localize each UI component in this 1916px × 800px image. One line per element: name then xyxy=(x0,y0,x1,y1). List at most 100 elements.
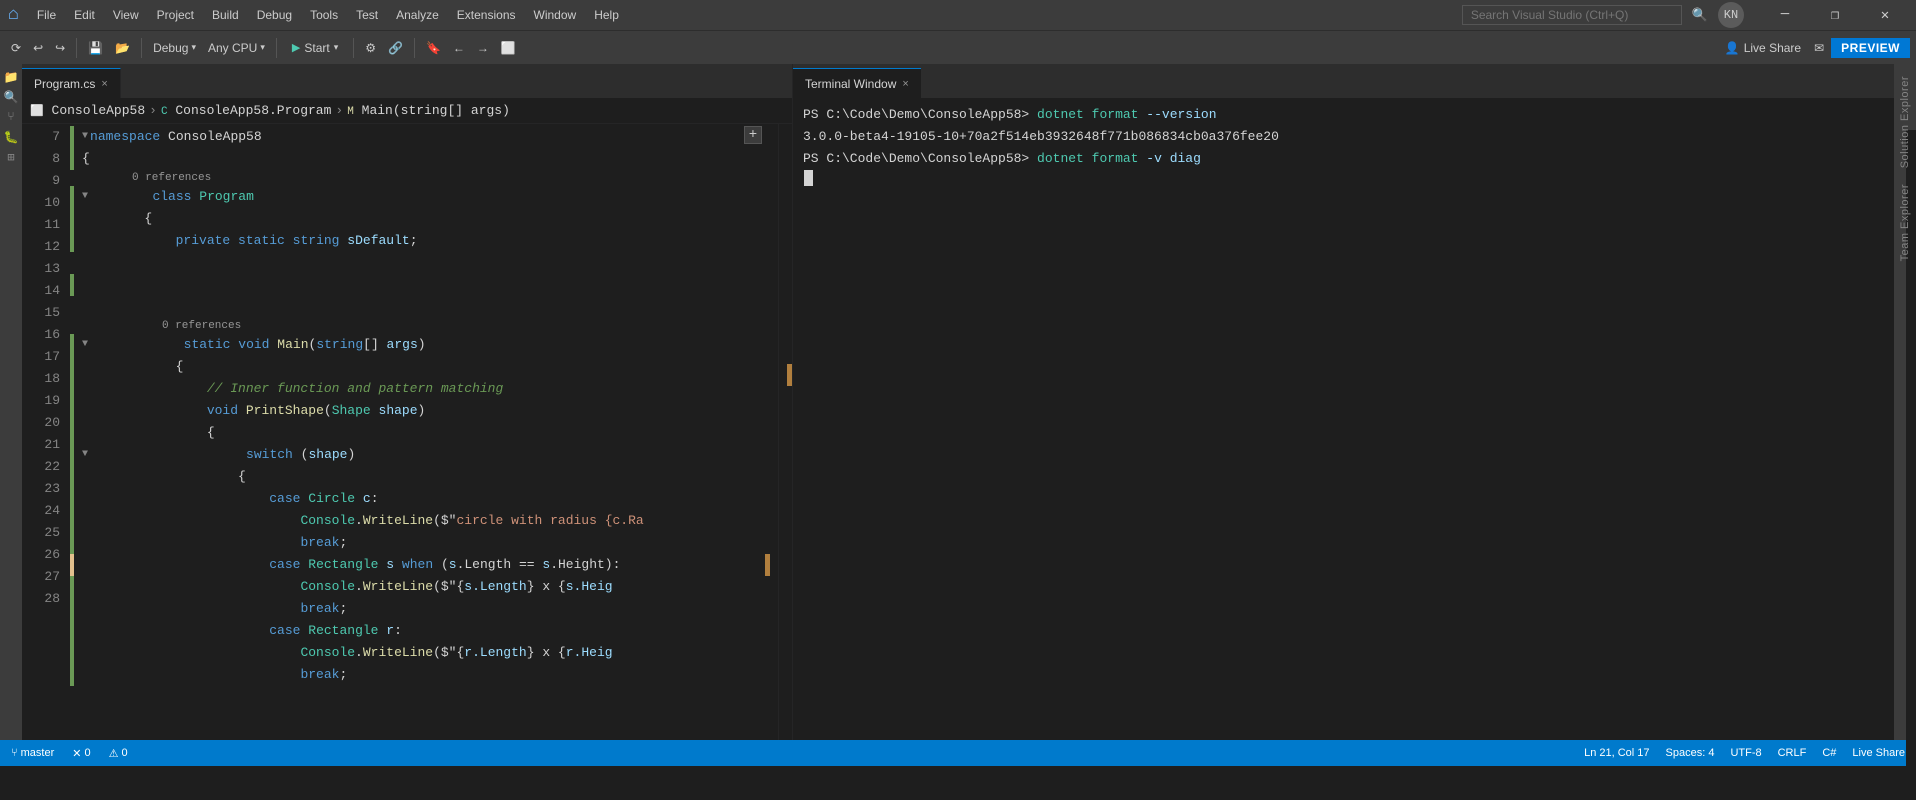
add-snippet-button[interactable]: + xyxy=(744,126,762,144)
line-endings[interactable]: CRLF xyxy=(1775,747,1810,759)
debug-btn-2[interactable]: ⚙ xyxy=(360,35,381,61)
debug-arrow: ▾ xyxy=(191,42,196,53)
breadcrumb-sep-2: › xyxy=(335,103,343,118)
terminal-close-btn[interactable]: × xyxy=(902,78,908,90)
fold-13[interactable]: ▼ xyxy=(82,334,88,356)
cpu-dropdown[interactable]: Any CPU ▾ xyxy=(203,35,270,61)
code-line-14: { xyxy=(82,356,778,378)
close-button[interactable]: ✕ xyxy=(1862,0,1908,30)
undo-btn[interactable]: ↩ xyxy=(28,35,48,61)
encoding[interactable]: UTF-8 xyxy=(1727,747,1764,759)
cmd-format-kw-1: format xyxy=(1092,104,1139,126)
code-line-9: ▼ class Program xyxy=(82,186,778,208)
code-line-23: case Rectangle s when (s.Length == s.Hei… xyxy=(82,554,778,576)
activity-bar: 📁 🔍 ⑂ 🐛 ⊞ xyxy=(0,64,22,740)
menu-test[interactable]: Test xyxy=(348,5,386,25)
error-icon: ✕ xyxy=(72,747,81,760)
git-icon[interactable]: ⑂ xyxy=(2,108,20,126)
solution-explorer-panel[interactable]: Solution Explorer xyxy=(1896,68,1914,176)
editor-tab-programcs[interactable]: Program.cs × xyxy=(22,68,121,98)
code-line-19: { xyxy=(82,466,778,488)
ref-13: 0 references xyxy=(82,318,778,334)
cursor xyxy=(804,170,813,186)
terminal-line-3: PS C:\Code\Demo\ConsoleApp58> dotnet for… xyxy=(803,148,1884,170)
nav-extra[interactable]: ⬜ xyxy=(496,35,521,61)
breadcrumb-class[interactable]: C ConsoleApp58.Program xyxy=(161,103,331,118)
menu-window[interactable]: Window xyxy=(526,5,585,25)
editor-tab-bar: Program.cs × xyxy=(22,64,792,98)
start-button[interactable]: ▶ Start ▾ xyxy=(283,38,347,58)
code-line-13: ▼ static void Main(string[] args) xyxy=(82,334,778,356)
menu-edit[interactable]: Edit xyxy=(66,5,103,25)
fold-18[interactable]: ▼ xyxy=(82,444,88,466)
git-branch-label: master xyxy=(21,747,55,759)
code-line-25: break; xyxy=(82,598,778,620)
code-content[interactable]: ▼ namespace ConsoleApp58 { 0 references … xyxy=(68,124,778,740)
window-controls: ─ ❐ ✕ xyxy=(1762,0,1908,30)
debug-activity-icon[interactable]: 🐛 xyxy=(2,128,20,146)
indentation[interactable]: Spaces: 4 xyxy=(1663,747,1718,759)
menu-analyze[interactable]: Analyze xyxy=(388,5,447,25)
menu-tools[interactable]: Tools xyxy=(302,5,346,25)
start-arrow: ▾ xyxy=(334,42,339,53)
git-branch-item[interactable]: ⑂ master xyxy=(8,747,57,759)
code-line-27: Console.WriteLine($"{r.Length} x {r.Heig xyxy=(82,642,778,664)
main-area: 📁 🔍 ⑂ 🐛 ⊞ Program.cs × ⬜ ConsoleApp58 › … xyxy=(0,64,1916,740)
attach-btn[interactable]: 🔗 xyxy=(383,35,408,61)
breadcrumb-method[interactable]: M Main(string[] args) xyxy=(347,103,510,118)
bookmark-btn[interactable]: 🔖 xyxy=(421,35,446,61)
code-line-11: private static string sDefault; xyxy=(82,230,778,252)
warnings-item[interactable]: ⚠ 0 xyxy=(106,747,131,760)
menu-extensions[interactable]: Extensions xyxy=(449,5,524,25)
debug-dropdown[interactable]: Debug ▾ xyxy=(148,35,201,61)
cpu-arrow: ▾ xyxy=(260,42,265,53)
toolbar-sep-1 xyxy=(76,38,77,58)
code-line-17: { xyxy=(82,422,778,444)
code-line-18: ▼ switch (shape) xyxy=(82,444,778,466)
menu-debug[interactable]: Debug xyxy=(249,5,300,25)
cmd-format-1 xyxy=(1084,104,1092,126)
restore-button[interactable]: ❐ xyxy=(1812,0,1858,30)
language[interactable]: C# xyxy=(1819,747,1839,759)
live-share-button[interactable]: 👤 Live Share xyxy=(1719,39,1807,57)
errors-item[interactable]: ✕ 0 xyxy=(69,747,93,760)
ref-9: 0 references xyxy=(82,170,778,186)
menu-help[interactable]: Help xyxy=(586,5,627,25)
new-project-btn[interactable]: ⟳ xyxy=(6,35,26,61)
code-line-8: { xyxy=(82,148,778,170)
menu-build[interactable]: Build xyxy=(204,5,247,25)
search-activity-icon[interactable]: 🔍 xyxy=(2,88,20,106)
save-btn[interactable]: 💾 xyxy=(83,35,108,61)
tab-label: Program.cs xyxy=(34,77,95,91)
explorer-icon[interactable]: 📁 xyxy=(2,68,20,86)
fold-9[interactable]: ▼ xyxy=(82,186,88,208)
menu-project[interactable]: Project xyxy=(149,5,202,25)
minimize-button[interactable]: ─ xyxy=(1762,0,1808,30)
code-area[interactable]: 7 8 9 10 11 12 13 14 15 16 17 18 19 20 2… xyxy=(22,124,792,740)
open-btn[interactable]: 📂 xyxy=(110,35,135,61)
minimap[interactable] xyxy=(778,124,792,740)
menu-file[interactable]: File xyxy=(29,5,64,25)
fold-7[interactable]: ▼ xyxy=(82,126,88,148)
search-icon[interactable]: 🔍 xyxy=(1692,8,1708,23)
terminal-tab[interactable]: Terminal Window × xyxy=(793,68,921,98)
preview-button[interactable]: PREVIEW xyxy=(1831,38,1910,58)
breadcrumb-project[interactable]: ⬜ ConsoleApp58 xyxy=(30,103,145,118)
extensions-icon[interactable]: ⊞ xyxy=(2,148,20,166)
code-editor: Program.cs × ⬜ ConsoleApp58 › C ConsoleA… xyxy=(22,64,792,740)
live-share-status[interactable]: Live Share xyxy=(1849,747,1908,759)
nav-back-btn[interactable]: ← xyxy=(448,35,470,61)
search-input[interactable] xyxy=(1462,5,1682,25)
nav-fwd-btn[interactable]: → xyxy=(472,35,494,61)
menu-view[interactable]: View xyxy=(105,5,147,25)
tab-close-btn[interactable]: × xyxy=(101,78,107,90)
terminal-content[interactable]: PS C:\Code\Demo\ConsoleApp58> dotnet for… xyxy=(793,98,1894,740)
team-explorer-panel[interactable]: Team Explorer xyxy=(1896,176,1914,269)
cursor-position[interactable]: Ln 21, Col 17 xyxy=(1581,747,1652,759)
toolbar-sep-3 xyxy=(276,38,277,58)
code-line-12 xyxy=(82,252,778,318)
feedback-btn[interactable]: ✉ xyxy=(1809,35,1829,61)
code-line-7: ▼ namespace ConsoleApp58 xyxy=(82,126,778,148)
code-line-15: // Inner function and pattern matching xyxy=(82,378,778,400)
redo-btn[interactable]: ↪ xyxy=(50,35,70,61)
